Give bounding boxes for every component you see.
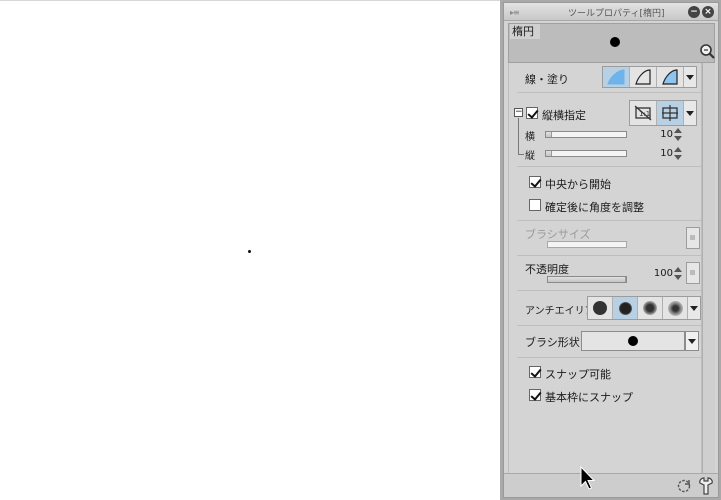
- preview-label: 楕円: [510, 24, 540, 39]
- line-shape-icon: [635, 69, 651, 85]
- wrench-icon[interactable]: [698, 477, 714, 495]
- svg-text:1:1: 1:1: [639, 110, 650, 118]
- property-list: 線・塗り − 縦横指定 1:1 横 10 縦 10 中央から開始 確定後に角度を…: [508, 63, 702, 473]
- chevron-down-icon: [686, 74, 694, 80]
- divider: [517, 255, 701, 256]
- opacity-slider-fill: [548, 277, 626, 282]
- antialias-medium[interactable]: [638, 297, 663, 319]
- aspect-size-option[interactable]: [657, 101, 684, 125]
- divider: [517, 325, 701, 326]
- grip-icon[interactable]: ▸≡: [510, 8, 520, 17]
- aa-weak-icon: [618, 301, 632, 315]
- chevron-down-icon: [686, 110, 694, 116]
- brush-shape-icon: [628, 336, 638, 346]
- line-fill-label: 線・塗り: [525, 73, 569, 86]
- antialias-none[interactable]: [588, 297, 613, 319]
- brush-shape-select[interactable]: [581, 331, 685, 351]
- height-label: 縦: [525, 151, 535, 162]
- width-slider-fill: [546, 132, 552, 137]
- aspect-label: 縦横指定: [542, 109, 586, 122]
- opacity-label: 不透明度: [525, 263, 569, 276]
- aa-medium-icon: [643, 301, 657, 315]
- brush-size-button: [686, 227, 700, 249]
- brush-size-slider: [547, 241, 627, 248]
- aspect-mode-selector: 1:1: [629, 100, 697, 126]
- line-fill-dropdown[interactable]: [684, 67, 696, 87]
- close-icon[interactable]: ×: [702, 6, 714, 18]
- frame-snap-label: 基本枠にスナップ: [545, 391, 633, 404]
- aa-strong-icon: [667, 300, 683, 316]
- panel-footer: [504, 473, 718, 497]
- tree-line: [518, 154, 524, 155]
- height-slider-fill: [546, 151, 552, 156]
- adjust-angle-checkbox[interactable]: [529, 199, 541, 211]
- height-spinner[interactable]: [674, 147, 683, 161]
- width-slider[interactable]: [545, 131, 627, 138]
- aspect-ratio-icon: 1:1: [634, 105, 652, 121]
- divider: [517, 290, 701, 291]
- opacity-spinner[interactable]: [674, 267, 683, 281]
- tool-property-panel: ▸≡ ツールプロパティ[楕円] − × 楕円 線・塗り − 縦横指定 1:1 横…: [503, 2, 719, 498]
- drawing-canvas[interactable]: [0, 0, 500, 500]
- opacity-button[interactable]: [686, 262, 700, 284]
- reset-icon[interactable]: [676, 478, 692, 494]
- panel-title: ツールプロパティ[楕円]: [568, 9, 665, 19]
- start-center-checkbox[interactable]: [529, 176, 541, 188]
- aspect-ratio-option[interactable]: 1:1: [630, 101, 657, 125]
- chevron-down-icon: [690, 305, 698, 311]
- brush-size-label: ブラシサイズ: [525, 228, 591, 241]
- antialias-dropdown[interactable]: [688, 297, 700, 319]
- divider: [517, 357, 701, 358]
- panel-scrollbar[interactable]: [702, 63, 715, 473]
- frame-snap-checkbox[interactable]: [529, 389, 541, 401]
- width-label: 横: [525, 132, 535, 143]
- antialias-selector: [587, 296, 701, 320]
- adjust-angle-label: 確定後に角度を調整: [545, 201, 644, 214]
- aspect-dropdown[interactable]: [684, 101, 696, 125]
- line-option[interactable]: [630, 67, 657, 87]
- fill-shape-icon: [607, 69, 625, 85]
- antialias-strong[interactable]: [663, 297, 688, 319]
- brush-shape-dropdown[interactable]: [685, 331, 699, 351]
- zoom-icon[interactable]: [699, 43, 715, 59]
- aspect-checkbox[interactable]: [526, 107, 538, 119]
- canvas-dot: [248, 250, 251, 253]
- line-and-fill-option[interactable]: [657, 67, 684, 87]
- line-fill-shape-icon: [662, 69, 678, 85]
- snappable-checkbox[interactable]: [529, 366, 541, 378]
- antialias-weak[interactable]: [613, 297, 638, 319]
- divider: [517, 166, 701, 167]
- aa-none-icon: [593, 301, 607, 315]
- start-center-label: 中央から開始: [545, 178, 611, 191]
- line-fill-selector: [602, 66, 697, 88]
- opacity-value[interactable]: 100: [649, 268, 673, 279]
- brush-shape-label: ブラシ形状: [525, 336, 580, 349]
- chevron-down-icon: [688, 339, 696, 344]
- height-value[interactable]: 10: [649, 148, 673, 159]
- aspect-size-icon: [662, 105, 678, 121]
- height-slider[interactable]: [545, 150, 627, 157]
- panel-titlebar[interactable]: ▸≡ ツールプロパティ[楕円] − ×: [504, 3, 718, 21]
- divider: [517, 220, 701, 221]
- fill-option[interactable]: [603, 67, 630, 87]
- tree-line: [518, 118, 519, 154]
- opacity-slider[interactable]: [547, 276, 627, 283]
- snappable-label: スナップ可能: [545, 368, 611, 381]
- minimize-icon[interactable]: −: [688, 6, 700, 18]
- brush-preview: 楕円: [508, 23, 715, 63]
- width-spinner[interactable]: [674, 128, 683, 142]
- collapse-icon[interactable]: −: [514, 108, 523, 117]
- divider: [517, 92, 701, 93]
- preview-dot: [610, 37, 620, 47]
- width-value[interactable]: 10: [649, 129, 673, 140]
- mouse-cursor-icon: [580, 466, 596, 490]
